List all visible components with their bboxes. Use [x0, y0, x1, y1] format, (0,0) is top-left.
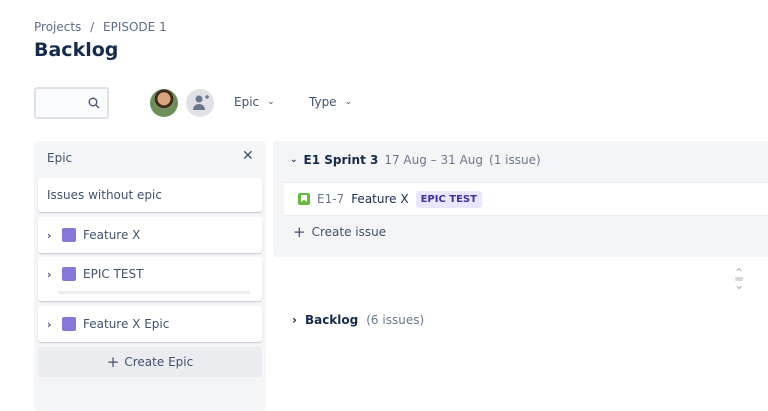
issues-without-epic[interactable]: Issues without epic	[38, 178, 262, 212]
chevron-right-icon[interactable]: ›	[47, 268, 55, 281]
chevron-right-icon[interactable]: ›	[47, 318, 55, 331]
epic-name: Feature X	[83, 228, 141, 242]
backlog-issue-count: (6 issues)	[366, 313, 425, 327]
search-icon	[88, 97, 100, 109]
breadcrumb-projects[interactable]: Projects	[34, 20, 81, 34]
type-filter-dropdown[interactable]: Type ⌄	[309, 95, 352, 109]
plus-icon: +	[293, 223, 306, 241]
close-icon[interactable]: ✕	[242, 148, 254, 164]
breadcrumb-project[interactable]: EPISODE 1	[103, 20, 167, 34]
epic-item[interactable]: › EPIC TEST	[38, 257, 262, 301]
breadcrumb-separator: /	[90, 20, 95, 34]
backlog-name: Backlog	[304, 313, 359, 327]
epic-name: EPIC TEST	[83, 267, 144, 281]
epic-color-swatch	[62, 267, 76, 281]
plus-icon: +	[106, 353, 120, 371]
epic-filter-label: Epic	[234, 95, 260, 109]
epic-progress-bar	[58, 291, 250, 294]
story-icon	[298, 193, 310, 205]
chevron-down-icon[interactable]: ⌄	[290, 155, 298, 165]
epic-name: Feature X Epic	[83, 317, 170, 331]
add-user-button[interactable]	[186, 89, 214, 117]
chevron-right-icon[interactable]: ›	[292, 313, 297, 327]
epic-color-swatch	[62, 228, 76, 242]
epic-item[interactable]: › Feature X	[38, 217, 262, 253]
type-filter-label: Type	[309, 95, 337, 109]
epic-panel-title: Epic	[47, 151, 73, 165]
create-issue-button[interactable]: + Create issue	[293, 223, 387, 241]
chevron-right-icon[interactable]: ›	[47, 229, 55, 242]
issues-without-epic-label: Issues without epic	[47, 188, 162, 202]
epic-color-swatch	[62, 317, 76, 331]
issue-row[interactable]: E1-7 Feature X EPIC TEST	[284, 182, 768, 216]
resize-handle-icon[interactable]: ⌃ ═ ⌄	[734, 267, 744, 291]
sprint-header[interactable]: ⌄ E1 Sprint 3 17 Aug – 31 Aug (1 issue)	[290, 153, 541, 167]
backlog-header[interactable]: › Backlog (6 issues)	[292, 313, 424, 327]
create-issue-label: Create issue	[311, 225, 387, 239]
sprint-name: E1 Sprint 3	[303, 153, 379, 167]
create-epic-label: Create Epic	[124, 355, 194, 369]
epic-filter-dropdown[interactable]: Epic ⌄	[234, 95, 275, 109]
epic-lozenge[interactable]: EPIC TEST	[415, 190, 482, 208]
sprint-issue-count: (1 issue)	[489, 153, 541, 167]
issue-key[interactable]: E1-7	[317, 192, 344, 206]
page-title: Backlog	[34, 39, 119, 61]
issue-summary: Feature X	[351, 192, 409, 206]
chevron-down-icon: ⌄	[267, 97, 275, 107]
sprint-dates: 17 Aug – 31 Aug	[384, 153, 484, 167]
avatar[interactable]	[150, 89, 178, 117]
add-user-icon	[193, 95, 209, 110]
breadcrumb: Projects / EPISODE 1	[34, 20, 167, 34]
search-input[interactable]	[34, 87, 109, 119]
epic-item[interactable]: › Feature X Epic	[38, 306, 262, 342]
create-epic-button[interactable]: + Create Epic	[38, 347, 262, 377]
chevron-down-icon: ⌄	[344, 97, 353, 107]
